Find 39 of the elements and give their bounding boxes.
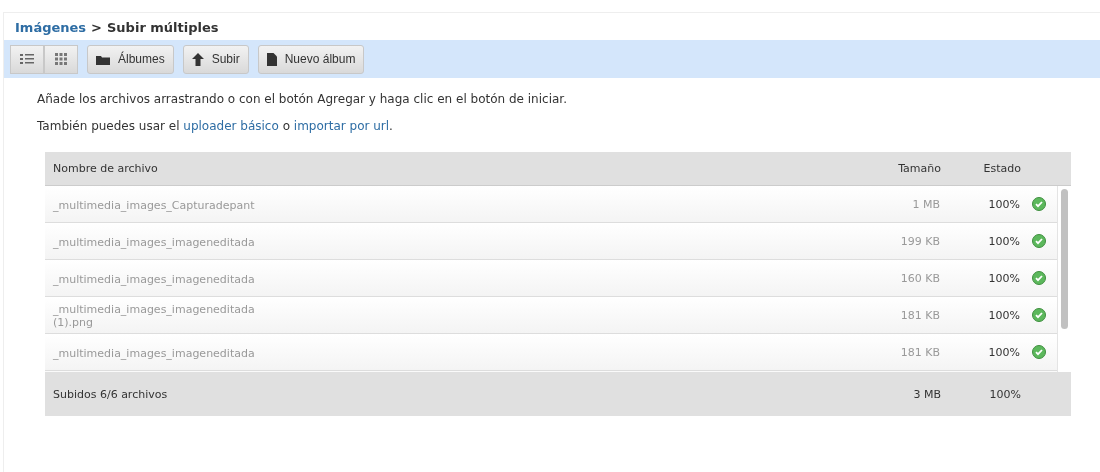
- status-cell-text: 100%: [987, 197, 1020, 211]
- document-icon: [266, 52, 277, 66]
- scrollbar-thumb[interactable]: [1061, 189, 1068, 329]
- status-cell-text: 100%: [987, 271, 1020, 285]
- column-header: Tamaño: [897, 162, 941, 175]
- total-status: 100%: [988, 387, 1021, 401]
- breadcrumb-separator: >: [91, 20, 102, 37]
- file-name-cell-text: _multimedia_images_Capturadepant: [52, 197, 256, 212]
- file-size-cell-text: 181 KB: [899, 345, 940, 359]
- toolbar-button[interactable]: Subir: [182, 44, 249, 74]
- file-name-cell-text: _multimedia_images_imageneditada: [52, 345, 256, 360]
- list-icon: [20, 53, 34, 65]
- basic-uploader-link[interactable]: uploader básico: [183, 119, 279, 133]
- breadcrumb-link[interactable]: Imágenes: [15, 20, 87, 40]
- import-url-link[interactable]: importar por url: [293, 119, 390, 133]
- grid-icon: [55, 53, 67, 65]
- file-size-cell-text: 181 KB: [899, 308, 940, 322]
- toolbar-button[interactable]: Nuevo álbum: [257, 44, 365, 74]
- instructions-text: Añade los archivos arrastrando o con el botón Agregar y haga clic en el botón de iniciar.: [37, 92, 568, 106]
- list-view-button[interactable]: [10, 44, 44, 74]
- column-header: Estado: [982, 162, 1021, 175]
- file-size-cell-text: 199 KB: [899, 234, 940, 248]
- file-name-cell-text: _multimedia_images_imageneditada: [52, 271, 256, 286]
- toolbar-button[interactable]: Álbumes: [87, 44, 174, 74]
- up-arrow-icon: [191, 52, 204, 66]
- file-name-cell-text: _multimedia_images_imageneditada (1).png: [52, 302, 256, 329]
- folder-icon: [96, 53, 110, 65]
- column-header: Nombre de archivo: [52, 162, 159, 175]
- status-cell-text: 100%: [987, 345, 1020, 359]
- status-cell-text: 100%: [987, 234, 1020, 248]
- alternatives-text: También puedes usar el uploader básico o importar por url.: [37, 119, 394, 133]
- file-size-cell-text: 1 MB: [911, 197, 940, 211]
- file-name-cell-text: _multimedia_images_imageneditada: [52, 234, 256, 249]
- status-cell-text: 100%: [987, 308, 1020, 322]
- total-size: 3 MB: [912, 387, 941, 401]
- upload-summary: Subidos 6/6 archivos: [52, 387, 169, 401]
- page-title: Subir múltiples: [107, 20, 219, 37]
- file-size-cell-text: 160 KB: [899, 271, 940, 285]
- grid-view-button[interactable]: [44, 44, 78, 74]
